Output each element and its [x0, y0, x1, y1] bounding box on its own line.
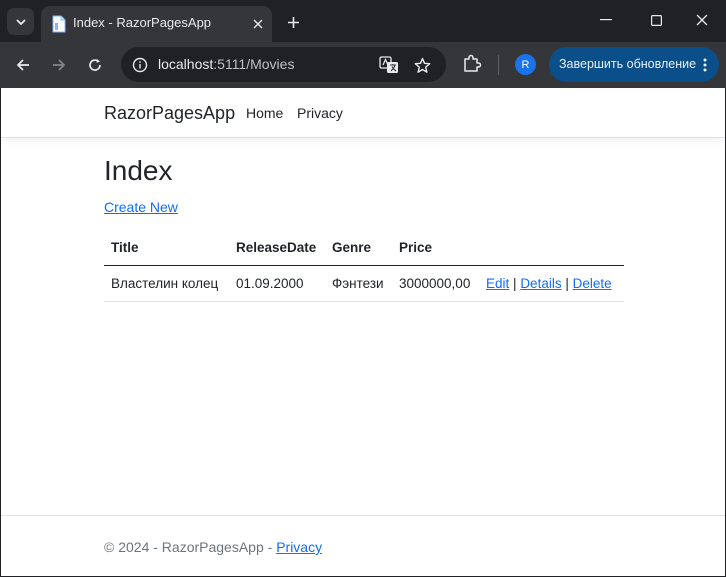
nav-home-link[interactable]: Home [246, 105, 283, 121]
browser-window: Index - RazorPagesApp localhost:5111/Mov… [0, 0, 726, 577]
reload-button[interactable] [82, 52, 108, 78]
header-actions [479, 231, 624, 266]
site-footer: © 2024 - RazorPagesApp - Privacy [1, 515, 725, 576]
site-navbar: RazorPagesApp Home Privacy [1, 88, 725, 138]
cell-actions: Edit | Details | Delete [479, 265, 624, 302]
create-new-link[interactable]: Create New [104, 199, 178, 215]
browser-toolbar: localhost:5111/Movies R Завершить обновл… [0, 42, 726, 88]
action-separator: | [565, 275, 569, 291]
back-button[interactable] [10, 52, 36, 78]
forward-icon [53, 59, 66, 71]
bookmark-button[interactable] [411, 54, 433, 76]
back-icon [16, 59, 29, 71]
extensions-icon[interactable] [461, 53, 483, 75]
header-release-date: ReleaseDate [229, 231, 325, 266]
browser-menu-button[interactable] [699, 56, 711, 74]
new-tab-button[interactable] [282, 11, 304, 33]
more-vert-icon [703, 58, 707, 72]
cell-genre: Фэнтези [325, 265, 392, 302]
brand-link[interactable]: RazorPagesApp [104, 103, 235, 124]
details-link[interactable]: Details [520, 276, 561, 291]
profile-initial: R [521, 58, 530, 71]
footer-copyright: © 2024 - RazorPagesApp - [104, 539, 277, 555]
footer-text: © 2024 - RazorPagesApp - Privacy [104, 539, 322, 555]
header-genre: Genre [325, 231, 392, 266]
action-separator: | [513, 275, 517, 291]
cell-price: 3000000,00 [392, 265, 479, 302]
cell-title: Властелин колец [104, 265, 229, 302]
page-title: Index [104, 155, 173, 186]
movies-table: Title ReleaseDate Genre Price Властелин … [104, 231, 624, 302]
minimize-window-icon [600, 19, 612, 21]
maximize-icon [650, 14, 662, 26]
reload-icon [89, 59, 101, 71]
forward-button[interactable] [46, 52, 72, 78]
page-icon [52, 15, 66, 33]
profile-avatar[interactable]: R [515, 54, 536, 75]
maximize-button[interactable] [636, 6, 676, 34]
tab-search-button[interactable] [7, 8, 34, 35]
plus-icon [287, 16, 299, 28]
url-host: localhost [158, 56, 214, 72]
finish-update-button[interactable]: Завершить обновление [549, 47, 719, 82]
delete-link[interactable]: Delete [573, 276, 612, 291]
header-title: Title [104, 231, 229, 266]
table-row: Властелин колец 01.09.2000 Фэнтези 30000… [104, 265, 624, 302]
window-close-button[interactable] [682, 6, 722, 34]
translate-icon[interactable] [379, 55, 399, 75]
header-price: Price [392, 231, 479, 266]
address-bar[interactable]: localhost:5111/Movies [121, 47, 446, 82]
nav-privacy-link[interactable]: Privacy [297, 105, 343, 121]
site-info-button[interactable] [129, 54, 151, 76]
star-icon [414, 57, 430, 73]
tab-close-button[interactable] [249, 15, 267, 33]
minimize-window-button[interactable] [586, 6, 626, 34]
table-header-row: Title ReleaseDate Genre Price [104, 231, 624, 266]
footer-privacy-link[interactable]: Privacy [276, 539, 322, 555]
url-path: :5111/Movies [213, 56, 295, 72]
tab-title: Index - RazorPagesApp [73, 15, 212, 30]
close-icon [253, 19, 263, 29]
edit-link[interactable]: Edit [486, 276, 509, 291]
url-text[interactable]: localhost:5111/Movies [158, 56, 294, 72]
toolbar-divider [498, 55, 499, 75]
active-tab[interactable]: Index - RazorPagesApp [41, 6, 272, 42]
tab-search-icon [15, 18, 26, 25]
cell-release-date: 01.09.2000 [229, 265, 325, 302]
window-close-icon [696, 14, 708, 26]
update-label: Завершить обновление [559, 57, 697, 71]
tab-strip: Index - RazorPagesApp [0, 0, 726, 42]
info-icon [132, 57, 148, 73]
page-viewport: RazorPagesApp Home Privacy Index Create … [1, 88, 725, 576]
